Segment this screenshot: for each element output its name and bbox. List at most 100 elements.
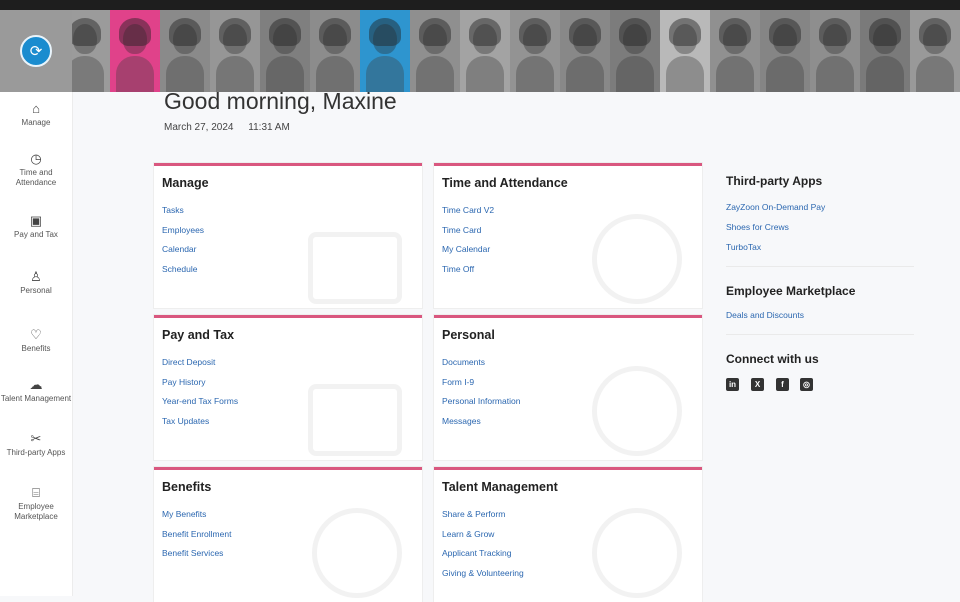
link-time-card[interactable]: Time Card <box>442 224 494 244</box>
clock-icon: ◷ <box>30 151 42 166</box>
link-zayzoon[interactable]: ZayZoon On-Demand Pay <box>726 202 825 212</box>
card-title: Personal <box>442 328 495 342</box>
card-pay-tax: Pay and Tax Direct Deposit Pay History Y… <box>154 315 422 460</box>
sidebar-item-benefits[interactable]: ♡ Benefits <box>0 328 72 354</box>
card-title: Talent Management <box>442 480 558 494</box>
link-my-calendar[interactable]: My Calendar <box>442 243 494 263</box>
sidebar-item-employee-marketplace[interactable]: ⌸ Employee Marketplace <box>0 486 72 522</box>
employee-photo <box>860 10 910 92</box>
employee-photo <box>460 10 510 92</box>
briefcase-watermark-icon <box>308 232 402 304</box>
briefcase-icon: ⌂ <box>32 101 40 116</box>
card-talent-management: Talent Management Share & Perform Learn … <box>434 467 702 602</box>
divider <box>726 334 914 335</box>
instagram-icon[interactable]: ◎ <box>800 378 813 391</box>
employee-photo <box>360 10 410 92</box>
sidebar-item-label: Talent Management <box>0 394 72 403</box>
link-tasks[interactable]: Tasks <box>162 204 204 224</box>
sidebar-item-label: Third-party Apps <box>6 448 66 457</box>
link-direct-deposit[interactable]: Direct Deposit <box>162 356 238 376</box>
employee-photo <box>560 10 610 92</box>
employee-photo <box>510 10 560 92</box>
link-messages[interactable]: Messages <box>442 415 520 435</box>
link-time-off[interactable]: Time Off <box>442 263 494 283</box>
card-manage: Manage Tasks Employees Calendar Schedule <box>154 163 422 308</box>
employee-photo <box>910 10 960 92</box>
link-benefit-services[interactable]: Benefit Services <box>162 547 231 567</box>
heart-icon: ♡ <box>30 327 42 342</box>
link-deals-discounts[interactable]: Deals and Discounts <box>726 310 804 320</box>
sidebar-item-third-party-apps[interactable]: ✂ Third-party Apps <box>0 432 72 458</box>
employee-photo <box>310 10 360 92</box>
link-pay-history[interactable]: Pay History <box>162 376 238 396</box>
sidebar-item-time-attendance[interactable]: ◷ Time and Attendance <box>0 152 72 188</box>
link-my-benefits[interactable]: My Benefits <box>162 508 231 528</box>
logo-area[interactable]: ⟳ <box>0 10 72 92</box>
link-applicant-tracking[interactable]: Applicant Tracking <box>442 547 524 567</box>
current-time: 11:31 AM <box>248 122 290 133</box>
employee-photo <box>810 10 860 92</box>
sidebar-item-manage[interactable]: ⌂ Manage <box>0 102 72 128</box>
linkedin-icon[interactable]: in <box>726 378 739 391</box>
sidebar-item-talent-management[interactable]: ☁ Talent Management <box>0 378 72 404</box>
link-calendar[interactable]: Calendar <box>162 243 204 263</box>
sidebar-item-label: Employee Marketplace <box>14 502 58 521</box>
link-share-perform[interactable]: Share & Perform <box>442 508 524 528</box>
card-title: Benefits <box>162 480 212 494</box>
window-top-bar <box>0 0 960 10</box>
clock-watermark-icon <box>592 214 682 304</box>
employee-photo <box>160 10 210 92</box>
heart-watermark-icon <box>312 508 402 598</box>
connect-title: Connect with us <box>726 352 819 366</box>
money-watermark-icon <box>308 384 402 456</box>
employee-photo <box>210 10 260 92</box>
employee-photo <box>710 10 760 92</box>
tools-icon: ✂ <box>30 431 42 446</box>
page-title: Good morning, Maxine <box>164 88 397 114</box>
link-employees[interactable]: Employees <box>162 224 204 244</box>
link-benefit-enrollment[interactable]: Benefit Enrollment <box>162 528 231 548</box>
link-giving-volunteering[interactable]: Giving & Volunteering <box>442 567 524 587</box>
sidebar-item-label: Personal <box>20 286 52 295</box>
link-time-card-v2[interactable]: Time Card V2 <box>442 204 494 224</box>
gift-icon: ⌸ <box>32 485 40 500</box>
link-documents[interactable]: Documents <box>442 356 520 376</box>
employee-photo <box>410 10 460 92</box>
sidebar-item-label: Time and Attendance <box>15 168 57 187</box>
divider <box>726 266 914 267</box>
link-year-end-tax-forms[interactable]: Year-end Tax Forms <box>162 395 238 415</box>
card-title: Time and Attendance <box>442 176 568 190</box>
sidebar-item-label: Benefits <box>21 344 51 353</box>
sidebar-item-label: Manage <box>21 118 51 127</box>
company-logo-icon[interactable]: ⟳ <box>20 35 52 67</box>
current-date: March 27, 2024 <box>164 122 234 133</box>
link-tax-updates[interactable]: Tax Updates <box>162 415 238 435</box>
card-title: Manage <box>162 176 209 190</box>
link-turbotax[interactable]: TurboTax <box>726 242 761 252</box>
user-icon: ♙ <box>30 269 42 284</box>
money-icon: ▣ <box>29 213 43 228</box>
link-form-i9[interactable]: Form I-9 <box>442 376 520 396</box>
cloud-watermark-icon <box>592 508 682 598</box>
sidebar-item-personal[interactable]: ♙ Personal <box>0 270 72 296</box>
facebook-icon[interactable]: f <box>776 378 789 391</box>
sidebar-item-pay-tax[interactable]: ▣ Pay and Tax <box>0 214 72 240</box>
card-time-attendance: Time and Attendance Time Card V2 Time Ca… <box>434 163 702 308</box>
employee-photo <box>760 10 810 92</box>
card-benefits: Benefits My Benefits Benefit Enrollment … <box>154 467 422 602</box>
link-schedule[interactable]: Schedule <box>162 263 204 283</box>
third-party-apps-title: Third-party Apps <box>726 174 823 188</box>
link-personal-information[interactable]: Personal Information <box>442 395 520 415</box>
cloud-icon: ☁ <box>29 377 43 392</box>
card-personal: Personal Documents Form I-9 Personal Inf… <box>434 315 702 460</box>
x-icon[interactable]: X <box>751 378 764 391</box>
employee-photo <box>260 10 310 92</box>
sidebar: ⌂ Manage ◷ Time and Attendance ▣ Pay and… <box>0 92 73 596</box>
link-learn-grow[interactable]: Learn & Grow <box>442 528 524 548</box>
employee-photo <box>110 10 160 92</box>
sidebar-item-label: Pay and Tax <box>14 230 58 239</box>
link-shoes-for-crews[interactable]: Shoes for Crews <box>726 222 789 232</box>
card-title: Pay and Tax <box>162 328 235 342</box>
person-watermark-icon <box>592 366 682 456</box>
employee-photo-banner <box>0 10 960 92</box>
